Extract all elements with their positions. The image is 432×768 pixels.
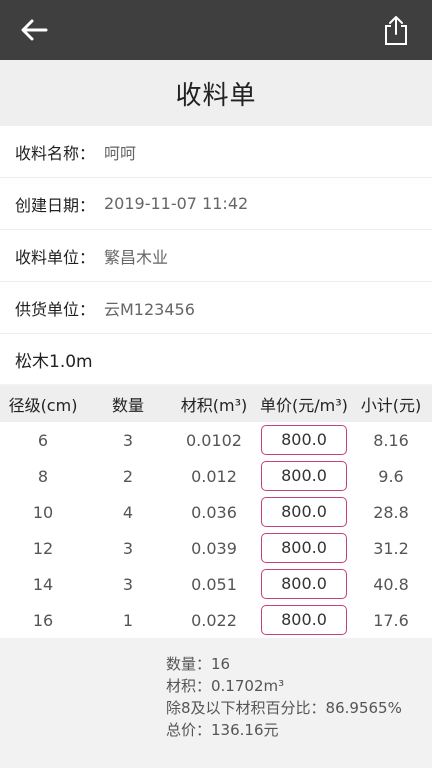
diameter-cell: 12 <box>32 538 54 558</box>
header-subtotal: 小计(元) <box>360 396 422 415</box>
unit-price-input[interactable]: 800.0 <box>261 605 347 635</box>
info-row-name: 收料名称： 呵呵 <box>0 126 432 178</box>
table-row: 6 3 0.0102 800.0 8.16 <box>0 422 432 458</box>
price-cell: 800.0 <box>258 425 350 455</box>
quantity-cell: 3 <box>122 574 134 594</box>
quantity-cell: 3 <box>122 430 134 450</box>
unit-price-input[interactable]: 800.0 <box>261 461 347 491</box>
price-cell: 800.0 <box>258 533 350 563</box>
diameter-cell: 6 <box>37 430 49 450</box>
unit-price-input[interactable]: 800.0 <box>261 497 347 527</box>
quantity-cell: 1 <box>122 610 134 630</box>
page-title: 收料单 <box>175 80 257 111</box>
volume-cell: 0.022 <box>191 610 237 630</box>
table-body: 6 3 0.0102 800.0 8.16 8 2 0.012 800.0 9.… <box>0 422 432 638</box>
back-arrow-icon[interactable] <box>18 16 50 44</box>
summary-section: 数量：16 材积：0.1702m³ 除8及以下材积百分比：86.9565% 总价… <box>0 638 432 768</box>
volume-cell: 0.051 <box>191 574 237 594</box>
subtotal-cell: 9.6 <box>378 466 404 486</box>
diameter-cell: 14 <box>32 574 54 594</box>
unit-price-input[interactable]: 800.0 <box>261 425 347 455</box>
supplier-value: 云M123456 <box>104 299 195 319</box>
receiver-value: 繁昌木业 <box>104 247 169 267</box>
table-row: 8 2 0.012 800.0 9.6 <box>0 458 432 494</box>
quantity-cell: 2 <box>122 466 134 486</box>
volume-cell: 0.012 <box>191 466 237 486</box>
diameter-cell: 16 <box>32 610 54 630</box>
subtotal-cell: 17.6 <box>373 610 409 630</box>
info-row-receiver: 收料单位： 繁昌木业 <box>0 230 432 282</box>
unit-price-input[interactable]: 800.0 <box>261 533 347 563</box>
date-value: 2019-11-07 11:42 <box>104 194 249 213</box>
table-header: 径级(cm) 数量 材积(m³) 单价(元/m³) 小计(元) <box>0 386 432 422</box>
item-name: 松木1.0m <box>0 334 432 384</box>
info-row-date: 创建日期： 2019-11-07 11:42 <box>0 178 432 230</box>
table-row: 10 4 0.036 800.0 28.8 <box>0 494 432 530</box>
price-cell: 800.0 <box>258 569 350 599</box>
top-app-bar <box>0 0 432 60</box>
name-label: 收料名称： <box>15 143 96 163</box>
date-label: 创建日期： <box>15 195 96 215</box>
quantity-cell: 3 <box>122 538 134 558</box>
volume-cell: 0.0102 <box>186 430 242 450</box>
receiver-label: 收料单位： <box>15 247 96 267</box>
unit-price-input[interactable]: 800.0 <box>261 569 347 599</box>
header-quantity: 数量 <box>111 396 144 415</box>
summary-quantity: 数量：16 <box>166 655 231 673</box>
volume-cell: 0.036 <box>191 502 237 522</box>
volume-cell: 0.039 <box>191 538 237 558</box>
diameter-cell: 10 <box>32 502 54 522</box>
info-section: 收料名称： 呵呵 创建日期： 2019-11-07 11:42 收料单位： 繁昌… <box>0 126 432 384</box>
subtotal-cell: 28.8 <box>373 502 409 522</box>
share-icon[interactable] <box>382 14 410 46</box>
subtotal-cell: 31.2 <box>373 538 409 558</box>
page-title-bar: 收料单 <box>0 60 432 126</box>
supplier-label: 供货单位： <box>15 299 96 319</box>
price-cell: 800.0 <box>258 605 350 635</box>
header-volume: 材积(m³) <box>180 396 248 415</box>
table-row: 14 3 0.051 800.0 40.8 <box>0 566 432 602</box>
info-row-supplier: 供货单位： 云M123456 <box>0 282 432 334</box>
summary-volume: 材积：0.1702m³ <box>166 677 285 695</box>
diameter-cell: 8 <box>37 466 49 486</box>
quantity-cell: 4 <box>122 502 134 522</box>
header-unit-price: 单价(元/m³) <box>260 396 348 415</box>
table-row: 16 1 0.022 800.0 17.6 <box>0 602 432 638</box>
header-diameter: 径级(cm) <box>8 396 78 415</box>
name-value: 呵呵 <box>104 143 137 163</box>
table-row: 12 3 0.039 800.0 31.2 <box>0 530 432 566</box>
price-cell: 800.0 <box>258 497 350 527</box>
subtotal-cell: 8.16 <box>373 430 409 450</box>
summary-total: 总价：136.16元 <box>166 721 279 739</box>
summary-percent: 除8及以下材积百分比：86.9565% <box>166 699 402 717</box>
price-cell: 800.0 <box>258 461 350 491</box>
subtotal-cell: 40.8 <box>373 574 409 594</box>
